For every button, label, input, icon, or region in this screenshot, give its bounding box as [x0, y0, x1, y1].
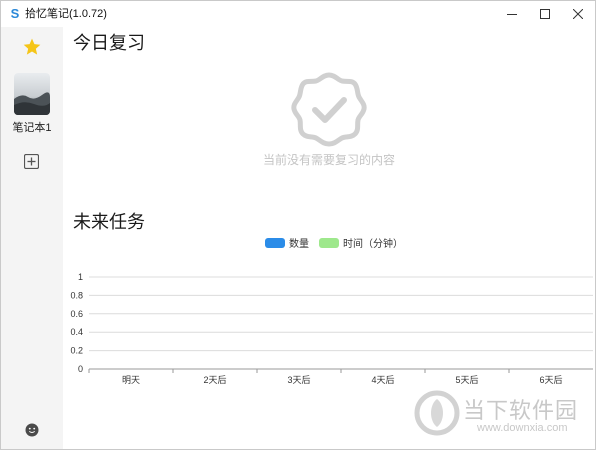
minimize-icon — [507, 14, 517, 15]
y-tick-label: 0.2 — [70, 346, 83, 356]
main-panel: 今日复习 当前没有需要复习的内容 未来任务 数量 时间（分钟） 1 0.8 0.6 0… — [63, 27, 595, 449]
x-tick-label: 明天 — [122, 375, 140, 385]
future-tasks-title: 未来任务 — [73, 212, 145, 232]
notebook-label[interactable]: 笔记本1 — [5, 119, 59, 135]
y-tick-label: 0 — [78, 364, 83, 374]
title-bar[interactable]: S 拾忆笔记(1.0.72) — [1, 1, 595, 27]
x-tick-label: 2天后 — [203, 375, 226, 385]
sidebar: 笔记本1 — [1, 27, 63, 449]
y-tick-label: 0.8 — [70, 290, 83, 300]
legend-item-time[interactable]: 时间（分钟） — [319, 235, 403, 250]
y-tick-label: 0.4 — [70, 327, 83, 337]
y-tick-label: 0.6 — [70, 309, 83, 319]
watermark-text: 当下软件园 — [463, 398, 579, 423]
legend-swatch-count — [265, 237, 285, 248]
legend-swatch-time — [319, 237, 339, 248]
minimize-button[interactable] — [495, 1, 529, 27]
notebook-cover[interactable] — [14, 73, 50, 115]
feedback-face-icon[interactable] — [25, 423, 39, 437]
legend-item-count[interactable]: 数量 — [265, 235, 309, 250]
empty-check-badge-icon — [291, 72, 367, 147]
chart-legend: 数量 时间（分钟） — [265, 235, 413, 250]
app-logo-icon: S — [10, 6, 20, 21]
add-notebook-icon[interactable] — [24, 154, 39, 169]
x-tick-label: 4天后 — [371, 375, 394, 385]
maximize-button[interactable] — [528, 1, 562, 27]
x-tick-label: 3天后 — [287, 375, 310, 385]
window-title: 拾忆笔记(1.0.72) — [25, 8, 107, 20]
today-review-title: 今日复习 — [73, 33, 145, 53]
x-tick-label: 5天后 — [455, 375, 478, 385]
watermark: 当下软件园 www.downxia.com — [413, 389, 593, 441]
y-tick-label: 1 — [78, 272, 83, 282]
maximize-icon — [540, 9, 550, 19]
app-window: S 拾忆笔记(1.0.72) 笔记本1 今日复习 当前没有需要复习的内容 未来任… — [0, 0, 596, 450]
favorites-star-icon[interactable] — [22, 37, 42, 57]
empty-state-text: 当前没有需要复习的内容 — [262, 153, 395, 167]
watermark-logo-icon — [414, 390, 460, 436]
close-icon — [573, 9, 583, 19]
close-button[interactable] — [561, 1, 595, 27]
future-tasks-chart: 1 0.8 0.6 0.4 0.2 0 明天 2天后 3天后 4天后 5天后 6天后 — [70, 272, 593, 385]
legend-label-time: 时间（分钟） — [343, 239, 403, 250]
legend-label-count: 数量 — [289, 239, 309, 250]
watermark-url: www.downxia.com — [477, 422, 568, 434]
x-tick-label: 6天后 — [539, 375, 562, 385]
